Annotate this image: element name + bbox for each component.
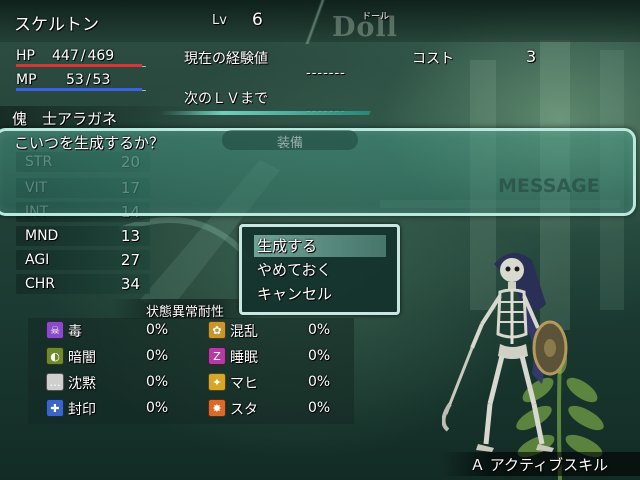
resistance-value: 0% (308, 400, 331, 416)
demon-name: スケルトン (14, 15, 99, 35)
sleep-icon: Z (208, 347, 226, 365)
mp-readout: MP 53/53 (16, 72, 110, 88)
create-confirm-menu: 生成する やめておく キャンセル (239, 224, 400, 315)
resistance-value: 0% (308, 348, 331, 364)
menu-item-cancel[interactable]: キャンセル (254, 283, 386, 305)
resistance-name: 封印 (68, 402, 96, 418)
resistance-panel: ☠ 毒 0% ✿ 混乱 0% ◐ 暗闇 0% Z 睡眠 0% … 沈黙 0% ✦ マヒ 0% ✚ 封印 0% ✸ スタ 0% (28, 318, 354, 424)
resistance-header: 状態異常耐性 (110, 299, 260, 320)
resistance-name: 睡眠 (230, 350, 258, 366)
mp-bar (16, 88, 142, 91)
cost-value: 3 (526, 47, 537, 66)
mp-label: MP (16, 72, 37, 88)
hp-max: 469 (87, 48, 115, 64)
resistance-item: ✚ 封印 0% (46, 398, 186, 420)
stat-row-agi: AGI 27 (16, 250, 150, 270)
hp-current: 447 (52, 48, 79, 64)
message-text: こいつを生成するか？ (14, 134, 165, 152)
stun-icon: ✸ (208, 399, 226, 417)
resistance-name: マヒ (230, 376, 258, 392)
mp-separator: / (85, 72, 91, 88)
cost-label: コスト (412, 51, 454, 67)
resistance-item: … 沈黙 0% (46, 372, 186, 394)
mp-max: 53 (92, 72, 111, 88)
resistance-value: 0% (146, 400, 169, 416)
active-skill-label: Ａ アクティブスキル (470, 456, 609, 474)
resistance-name: 混乱 (230, 324, 258, 340)
stat-value: 13 (120, 227, 140, 245)
stat-name: CHR (25, 276, 56, 292)
resistance-item: Z 睡眠 0% (208, 346, 348, 368)
resistance-item: ☠ 毒 0% (46, 320, 186, 342)
demon-subtitle: 傀 士アラガネ (12, 110, 118, 128)
level-value: 6 (252, 10, 263, 30)
resistance-value: 0% (308, 322, 331, 338)
stat-name: MND (25, 228, 59, 244)
tab-equipment[interactable]: 装備 (222, 130, 358, 151)
resistance-item: ✸ スタ 0% (208, 398, 348, 420)
confusion-icon: ✿ (208, 321, 226, 339)
paralysis-icon: ✦ (208, 373, 226, 391)
resistance-value: 0% (146, 348, 169, 364)
stat-value: 27 (120, 251, 140, 269)
current-exp-label: 現在の経験値 (184, 51, 268, 67)
message-watermark: MESSAGE (498, 175, 600, 197)
resistance-item: ✿ 混乱 0% (208, 320, 348, 342)
resistance-name: 沈黙 (68, 376, 96, 392)
resistance-name: 暗闇 (68, 350, 96, 366)
resistance-value: 0% (308, 374, 331, 390)
resistance-name: 毒 (68, 324, 82, 340)
stat-name: AGI (25, 252, 50, 268)
level-label: Lv (212, 13, 227, 28)
hp-label: HP (16, 48, 35, 64)
hp-readout: HP 447/469 (16, 48, 114, 64)
stat-row-mnd: MND 13 (16, 226, 150, 246)
race-ruby: ドール (362, 12, 390, 22)
stat-value: 34 (120, 275, 140, 293)
hp-bar (16, 64, 142, 67)
game-screen: スケルトン Lv 6 Doll ドール HP 447/469 MP 53/53 現在… (0, 0, 640, 480)
resistance-value: 0% (146, 374, 169, 390)
next-level-label: 次のＬＶまで (184, 91, 268, 107)
current-exp-value: ------- (306, 66, 346, 81)
silence-icon: … (46, 373, 64, 391)
stat-row-chr: CHR 34 (16, 274, 150, 294)
poison-icon: ☠ (46, 321, 64, 339)
resistance-item: ◐ 暗闇 0% (46, 346, 186, 368)
menu-item-decline[interactable]: やめておく (254, 259, 386, 281)
resistance-item: ✦ マヒ 0% (208, 372, 348, 394)
active-skill-footer[interactable]: Ａ アクティブスキル (440, 452, 640, 476)
resistance-name: スタ (230, 402, 258, 418)
menu-item-create[interactable]: 生成する (254, 235, 386, 257)
darkness-icon: ◐ (46, 347, 64, 365)
seal-icon: ✚ (46, 399, 64, 417)
resistance-value: 0% (146, 322, 169, 338)
demon-subtitle-bar: 傀 士アラガネ (0, 106, 200, 128)
header-divider (300, 0, 330, 44)
skeleton-demon-sprite (442, 252, 568, 452)
mp-current: 53 (66, 72, 84, 88)
